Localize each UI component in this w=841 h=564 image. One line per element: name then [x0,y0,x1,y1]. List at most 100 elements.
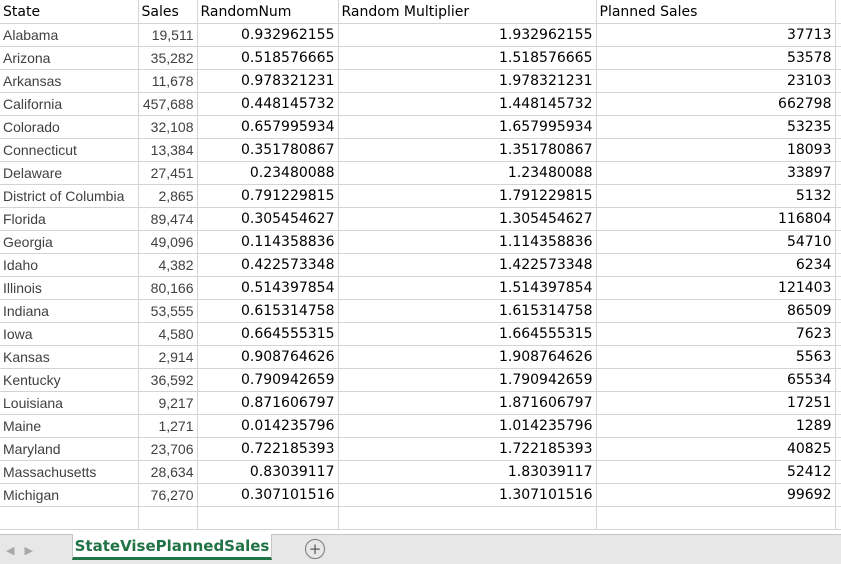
sales-cell[interactable]: 4,382 [138,253,198,277]
column-header-sales[interactable]: Sales [138,0,198,24]
state-cell[interactable]: Iowa [0,322,139,346]
planned-sales-cell[interactable]: 54710 [596,230,836,254]
state-cell[interactable]: Delaware [0,161,139,185]
random-multiplier-cell[interactable]: 1.657995934 [338,115,597,139]
random-num-cell[interactable]: 0.790942659 [197,368,339,392]
random-num-cell[interactable]: 0.351780867 [197,138,339,162]
state-cell[interactable]: Louisiana [0,391,139,415]
empty-cell[interactable] [835,161,841,185]
column-header-planned-sales[interactable]: Planned Sales [596,0,836,24]
random-num-cell[interactable]: 0.908764626 [197,345,339,369]
column-header-state[interactable]: State [0,0,139,24]
random-multiplier-cell[interactable]: 1.518576665 [338,46,597,70]
sales-cell[interactable]: 80,166 [138,276,198,300]
random-num-cell[interactable]: 0.305454627 [197,207,339,231]
random-multiplier-cell[interactable]: 1.791229815 [338,184,597,208]
state-cell[interactable]: District of Columbia [0,184,139,208]
sales-cell[interactable]: 2,914 [138,345,198,369]
scroll-left-icon[interactable]: ◀ [6,544,14,557]
sales-cell[interactable]: 35,282 [138,46,198,70]
random-num-cell[interactable]: 0.83039117 [197,460,339,484]
empty-cell[interactable] [835,299,841,323]
worksheet-grid[interactable]: State Sales RandomNum Random Multiplier Plan… [0,0,841,534]
random-multiplier-cell[interactable]: 1.305454627 [338,207,597,231]
state-cell[interactable]: Massachusetts [0,460,139,484]
random-multiplier-cell[interactable]: 1.448145732 [338,92,597,116]
state-cell[interactable]: Arizona [0,46,139,70]
state-cell[interactable]: Kentucky [0,368,139,392]
empty-cell[interactable] [835,483,841,507]
empty-cell[interactable] [835,207,841,231]
state-cell[interactable]: Connecticut [0,138,139,162]
random-multiplier-cell[interactable]: 1.722185393 [338,437,597,461]
sales-cell[interactable]: 9,217 [138,391,198,415]
planned-sales-cell[interactable]: 33897 [596,161,836,185]
state-cell[interactable]: Alabama [0,23,139,47]
state-cell[interactable]: Maryland [0,437,139,461]
random-multiplier-cell[interactable]: 1.114358836 [338,230,597,254]
empty-cell[interactable] [835,414,841,438]
planned-sales-cell[interactable]: 99692 [596,483,836,507]
empty-cell[interactable] [0,506,139,530]
empty-cell[interactable] [835,368,841,392]
sales-cell[interactable]: 27,451 [138,161,198,185]
empty-cell[interactable] [835,506,841,530]
empty-cell[interactable] [835,345,841,369]
scroll-right-icon[interactable]: ▶ [24,544,32,557]
planned-sales-cell[interactable]: 23103 [596,69,836,93]
sales-cell[interactable]: 13,384 [138,138,198,162]
empty-cell[interactable] [835,23,841,47]
planned-sales-cell[interactable]: 65534 [596,368,836,392]
sales-cell[interactable]: 1,271 [138,414,198,438]
state-cell[interactable]: Arkansas [0,69,139,93]
state-cell[interactable]: California [0,92,139,116]
state-cell[interactable]: Indiana [0,299,139,323]
random-num-cell[interactable]: 0.014235796 [197,414,339,438]
sales-cell[interactable]: 32,108 [138,115,198,139]
planned-sales-cell[interactable]: 53235 [596,115,836,139]
empty-cell[interactable] [835,184,841,208]
empty-cell[interactable] [835,322,841,346]
planned-sales-cell[interactable]: 17251 [596,391,836,415]
random-num-cell[interactable]: 0.518576665 [197,46,339,70]
random-multiplier-cell[interactable]: 1.664555315 [338,322,597,346]
planned-sales-cell[interactable]: 40825 [596,437,836,461]
random-num-cell[interactable]: 0.657995934 [197,115,339,139]
state-cell[interactable]: Florida [0,207,139,231]
random-multiplier-cell[interactable]: 1.908764626 [338,345,597,369]
planned-sales-cell[interactable]: 18093 [596,138,836,162]
planned-sales-cell[interactable]: 1289 [596,414,836,438]
empty-cell[interactable] [138,506,198,530]
empty-cell[interactable] [835,138,841,162]
random-num-cell[interactable]: 0.514397854 [197,276,339,300]
empty-cell[interactable] [835,46,841,70]
random-multiplier-cell[interactable]: 1.014235796 [338,414,597,438]
sales-cell[interactable]: 457,688 [138,92,198,116]
empty-cell[interactable] [835,0,841,24]
planned-sales-cell[interactable]: 5132 [596,184,836,208]
random-multiplier-cell[interactable]: 1.23480088 [338,161,597,185]
random-multiplier-cell[interactable]: 1.978321231 [338,69,597,93]
random-multiplier-cell[interactable]: 1.514397854 [338,276,597,300]
sales-cell[interactable]: 28,634 [138,460,198,484]
state-cell[interactable]: Illinois [0,276,139,300]
empty-cell[interactable] [835,276,841,300]
random-num-cell[interactable]: 0.307101516 [197,483,339,507]
state-cell[interactable]: Kansas [0,345,139,369]
empty-cell[interactable] [835,92,841,116]
plus-circle-icon[interactable]: + [305,539,325,559]
empty-cell[interactable] [338,506,597,530]
sales-cell[interactable]: 76,270 [138,483,198,507]
planned-sales-cell[interactable]: 86509 [596,299,836,323]
planned-sales-cell[interactable]: 7623 [596,322,836,346]
empty-cell[interactable] [835,230,841,254]
sales-cell[interactable]: 89,474 [138,207,198,231]
sales-cell[interactable]: 49,096 [138,230,198,254]
state-cell[interactable]: Michigan [0,483,139,507]
sales-cell[interactable]: 11,678 [138,69,198,93]
planned-sales-cell[interactable]: 37713 [596,23,836,47]
empty-cell[interactable] [835,437,841,461]
random-num-cell[interactable]: 0.791229815 [197,184,339,208]
sales-cell[interactable]: 2,865 [138,184,198,208]
column-header-random-multiplier[interactable]: Random Multiplier [338,0,597,24]
